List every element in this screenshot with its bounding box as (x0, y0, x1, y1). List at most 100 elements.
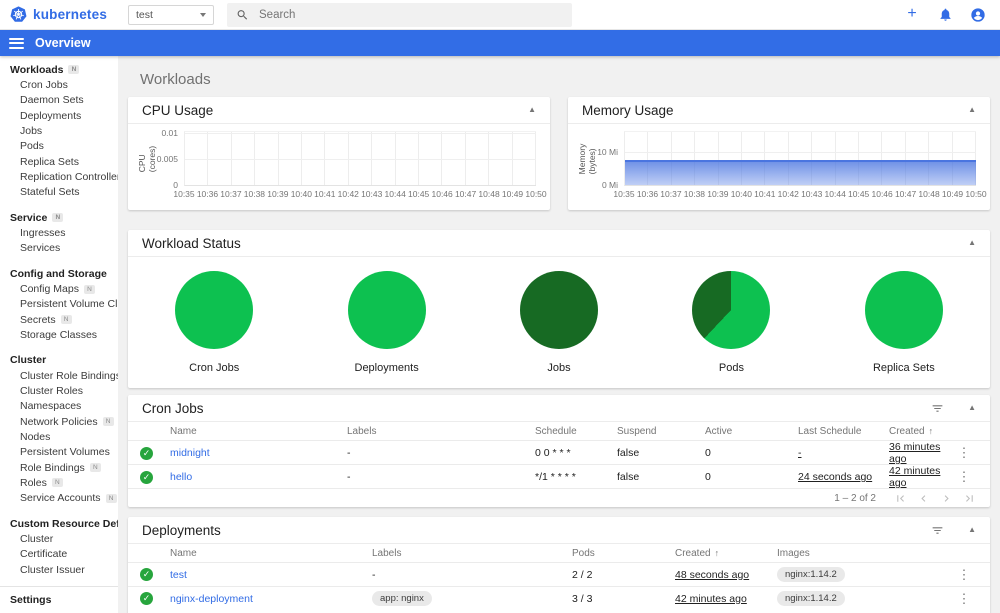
sort-ascending-icon: ↑ (928, 426, 934, 436)
pie-chart (692, 271, 771, 349)
deployments-header: Deployments ▲ (128, 517, 990, 544)
workload-status-jobs: Jobs (473, 271, 645, 374)
sidebar-item-persistent-volumes[interactable]: Persistent Volumes (0, 445, 118, 460)
menu-hamburger-icon[interactable] (9, 37, 24, 49)
sidebar-item-ingresses[interactable]: Ingresses (0, 225, 118, 240)
sidebar-item-daemon-sets[interactable]: Daemon Sets (0, 93, 118, 108)
column-name[interactable]: Name (170, 548, 372, 559)
row-menu-button[interactable]: ⋮ (952, 445, 976, 461)
sidebar-item-nodes[interactable]: Nodes (0, 429, 118, 444)
sidebar-item-label: Cluster Role Bindings (20, 369, 118, 382)
row-menu-button[interactable]: ⋮ (952, 567, 976, 583)
sidebar-section-header-cluster[interactable]: Cluster (0, 353, 118, 369)
workload-status-pods: Pods (645, 271, 817, 374)
sidebar-item-service-accounts[interactable]: Service Accounts N (0, 491, 118, 506)
sidebar-item-role-bindings[interactable]: Role Bindings N (0, 460, 118, 475)
cell-suspend: false (617, 471, 640, 483)
kubernetes-logo[interactable]: kubernetes (0, 6, 118, 23)
sidebar-section-header-custom-resource-definitions[interactable]: Custom Resource Definitions (0, 516, 118, 532)
pie-label: Replica Sets (872, 362, 935, 374)
sidebar-item-label: Stateful Sets (20, 186, 80, 199)
cell-images: nginx:1.14.2 (777, 567, 952, 582)
sidebar-item-network-policies[interactable]: Network Policies N (0, 414, 118, 429)
sidebar-item-label: Daemon Sets (20, 94, 84, 107)
cron-job-link[interactable]: midnight (170, 447, 347, 459)
sidebar-item-cluster-roles[interactable]: Cluster Roles (0, 383, 118, 398)
sidebar-item-label: Certificate (20, 548, 68, 561)
deployment-link[interactable]: nginx-deployment (170, 593, 372, 605)
last-page-button[interactable] (963, 492, 976, 505)
collapse-icon[interactable]: ▲ (968, 526, 976, 534)
column-suspend[interactable]: Suspend (617, 426, 705, 437)
cpu-usage-title: CPU Usage (142, 102, 214, 118)
namespace-selector[interactable]: test (128, 4, 214, 25)
column-pods[interactable]: Pods (572, 548, 675, 559)
sidebar-item-storage-classes[interactable]: Storage Classes (0, 327, 118, 342)
user-account-button[interactable] (968, 5, 988, 25)
workload-status-deployments: Deployments (300, 271, 472, 374)
sidebar-item-cluster-issuer[interactable]: Cluster Issuer (0, 562, 118, 577)
search-input[interactable] (259, 8, 563, 21)
column-labels[interactable]: Labels (372, 548, 572, 559)
sidebar-item-jobs[interactable]: Jobs (0, 123, 118, 138)
notifications-button[interactable] (935, 5, 955, 25)
sidebar-item-namespaces[interactable]: Namespaces (0, 399, 118, 414)
collapse-icon[interactable]: ▲ (528, 106, 536, 114)
row-menu-button[interactable]: ⋮ (952, 469, 976, 485)
first-page-button[interactable] (894, 492, 907, 505)
sidebar-item-settings[interactable]: Settings (0, 589, 118, 611)
cron-job-link[interactable]: hello (170, 471, 347, 483)
sidebar-item-replication-controllers[interactable]: Replication Controllers (0, 169, 118, 184)
sidebar-item-cron-jobs[interactable]: Cron Jobs (0, 78, 118, 93)
deployments-card: Deployments ▲ Name Labels Pods Created ↑… (128, 517, 990, 613)
sidebar-item-config-maps[interactable]: Config Maps N (0, 281, 118, 296)
sidebar-item-replica-sets[interactable]: Replica Sets (0, 154, 118, 169)
sidebar-section-header-workloads[interactable]: Workloads N (0, 62, 118, 78)
sidebar-item-deployments[interactable]: Deployments (0, 108, 118, 123)
sidebar-item-stateful-sets[interactable]: Stateful Sets (0, 185, 118, 200)
x-tick-label: 10:36 (636, 189, 659, 199)
create-resource-button[interactable]: + (902, 5, 922, 25)
column-created-label: Created (889, 425, 925, 437)
sidebar-section-header-service[interactable]: Service N (0, 210, 118, 226)
column-images[interactable]: Images (777, 548, 952, 559)
sidebar-item-roles[interactable]: Roles N (0, 475, 118, 490)
column-created[interactable]: Created ↑ (675, 548, 777, 559)
column-last-schedule[interactable]: Last Schedule (798, 426, 889, 437)
user-icon (971, 7, 985, 22)
column-active[interactable]: Active (705, 426, 798, 437)
sidebar-item-services[interactable]: Services (0, 241, 118, 256)
sidebar-item-certificate[interactable]: Certificate (0, 547, 118, 562)
chevron-down-icon (200, 12, 206, 17)
workload-status-cron-jobs: Cron Jobs (128, 271, 300, 374)
collapse-icon[interactable]: ▲ (968, 404, 976, 412)
sidebar-item-cluster-role-bindings[interactable]: Cluster Role Bindings (0, 368, 118, 383)
column-schedule[interactable]: Schedule (535, 426, 617, 437)
collapse-icon[interactable]: ▲ (968, 106, 976, 114)
previous-page-button[interactable] (917, 492, 930, 505)
x-tick-label: 10:35 (613, 189, 635, 199)
sidebar-item-persistent-volume-claims[interactable]: Persistent Volume ClaimsN (0, 297, 118, 312)
row-menu-button[interactable]: ⋮ (952, 591, 976, 607)
sidebar-item-secrets[interactable]: Secrets N (0, 312, 118, 327)
deployment-link[interactable]: test (170, 569, 372, 581)
column-name[interactable]: Name (170, 426, 347, 437)
sidebar-section-header-config-and-storage[interactable]: Config and Storage (0, 266, 118, 282)
workload-status-header: Workload Status ▲ (128, 230, 990, 257)
filter-button[interactable] (931, 524, 944, 537)
x-tick-label: 10:38 (243, 189, 266, 199)
cpu-y-axis-label: CPU (cores) (137, 145, 157, 172)
column-labels[interactable]: Labels (347, 426, 535, 437)
x-tick-label: 10:44 (384, 189, 406, 199)
sidebar-item-cluster[interactable]: Cluster (0, 531, 118, 546)
collapse-icon[interactable]: ▲ (968, 239, 976, 247)
namespaced-badge: N (52, 213, 64, 223)
app-bar: Overview (0, 30, 1000, 56)
filter-button[interactable] (931, 402, 944, 415)
column-created[interactable]: Created ↑ (889, 426, 952, 437)
next-page-button[interactable] (940, 492, 953, 505)
sidebar-item-pods[interactable]: Pods (0, 139, 118, 154)
sidebar-section-service: Service N Ingresses Services (0, 210, 118, 256)
cell-pods: 3 / 3 (572, 592, 593, 605)
sidebar-item-label: Roles (20, 476, 47, 489)
